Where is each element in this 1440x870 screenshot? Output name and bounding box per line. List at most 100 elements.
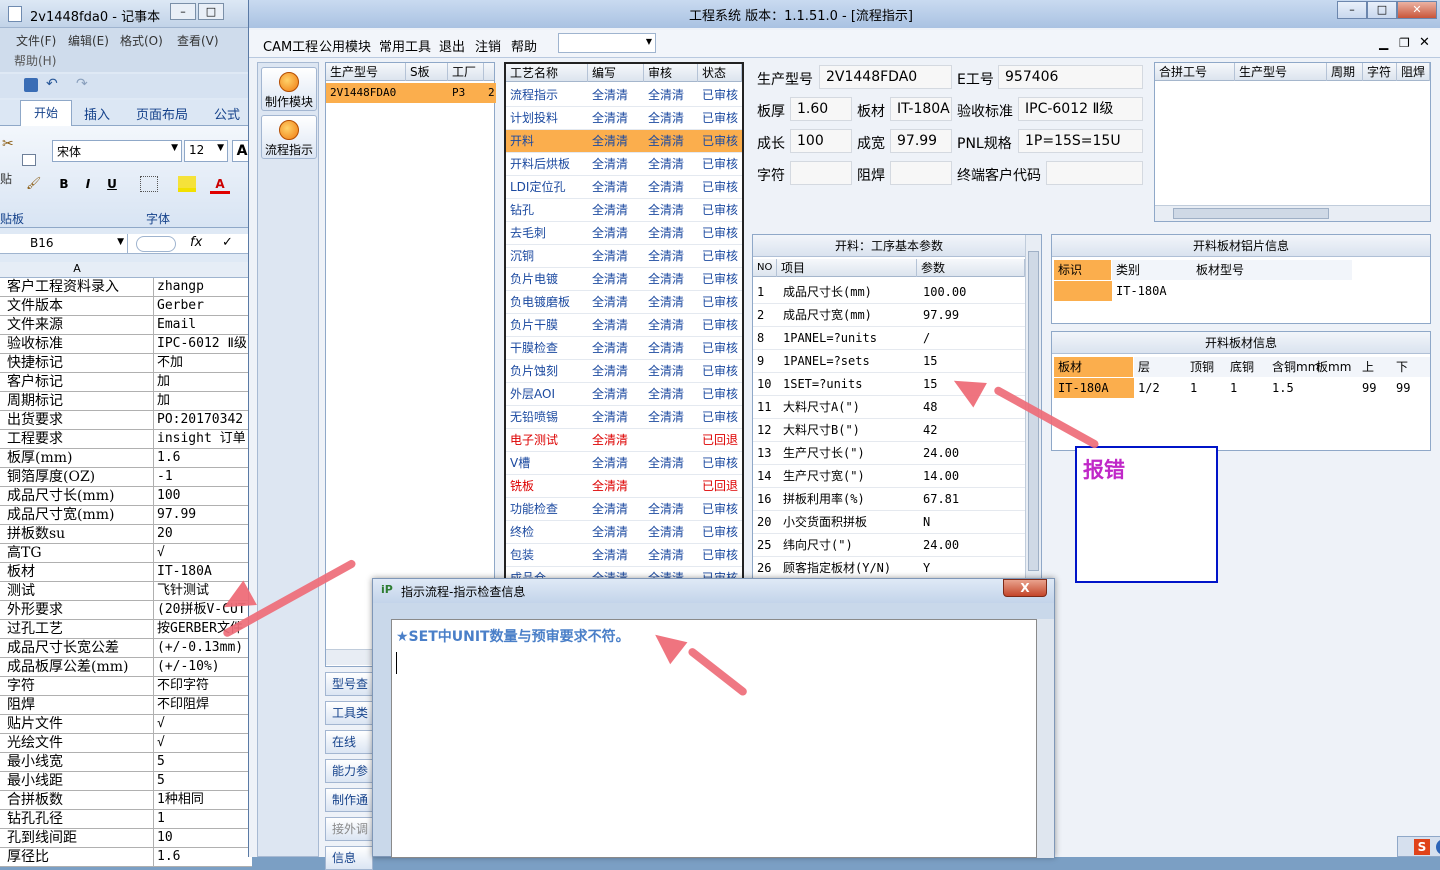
menu-format[interactable]: 格式(O) <box>120 32 163 49</box>
menu-cam[interactable]: CAM工程 <box>263 36 318 55</box>
italic-button[interactable]: I <box>78 174 98 194</box>
cell-label[interactable]: 高TG <box>0 544 154 562</box>
col-param[interactable]: 参数 <box>917 259 1025 277</box>
cell-label[interactable]: 工程要求 <box>0 430 154 448</box>
cell-label[interactable]: 阻焊 <box>0 696 154 714</box>
paste-label[interactable]: 贴 <box>0 170 12 187</box>
param-row[interactable]: 8 1PANEL=?units / <box>753 327 1025 350</box>
col-cut-board[interactable]: 板mm <box>1316 357 1351 377</box>
process-row[interactable]: 功能检查 全清清 全清清 已审核 <box>506 498 742 521</box>
thickness-field[interactable]: 1.60 <box>790 97 852 121</box>
table-row[interactable]: 成品板厚公差(mm) (+/-10%) <box>0 658 252 677</box>
table-row[interactable]: 工程要求 insight 订单 <box>0 430 252 449</box>
cell-label[interactable]: 客户标记 <box>0 373 154 391</box>
process-row[interactable]: 去毛刺 全清清 全清清 已审核 <box>506 222 742 245</box>
col-factory[interactable]: 工厂 <box>448 63 484 81</box>
border-icon[interactable] <box>140 176 158 192</box>
col-status[interactable]: 状态 <box>698 64 742 82</box>
cell-label[interactable]: 铜箔厚度(OZ) <box>0 468 154 486</box>
table-row[interactable]: 字符 不印字符 <box>0 677 252 696</box>
width-field[interactable]: 97.99 <box>890 129 952 153</box>
process-row[interactable]: 开料 全清清 全清清 已审核 <box>506 130 742 153</box>
table-row[interactable]: 客户标记加 <box>0 373 252 392</box>
table-row[interactable]: 文件来源 Email <box>0 316 252 335</box>
param-row[interactable]: 16 拼板利用率(%) 67.81 <box>753 488 1025 511</box>
column-a[interactable]: A <box>0 262 154 275</box>
side-button[interactable]: 制作通 <box>325 788 373 812</box>
table-row[interactable]: 钻孔孔径 1 <box>0 810 252 829</box>
mask-field[interactable] <box>890 161 952 185</box>
redo-icon[interactable]: ↷ <box>76 76 88 92</box>
cell-label[interactable]: 出货要求 <box>0 411 154 429</box>
col-item[interactable]: 项目 <box>777 259 917 277</box>
cell-value[interactable]: zhangp <box>154 278 252 296</box>
table-row[interactable]: 阻焊 不印阻焊 <box>0 696 252 715</box>
help-icon[interactable]: ? <box>1436 839 1440 855</box>
col-mark[interactable]: 标识 <box>1054 260 1112 280</box>
cell-label[interactable]: 过孔工艺 <box>0 620 154 638</box>
mdi-close-icon[interactable]: ✕ <box>1419 35 1430 50</box>
dialog-close-button[interactable]: X <box>1003 579 1047 597</box>
minimize-icon[interactable]: – <box>170 3 196 20</box>
process-row[interactable]: 无铅喷锡 全清清 全清清 已审核 <box>506 406 742 429</box>
cell-value[interactable]: Gerber <box>154 297 252 315</box>
minimize-icon[interactable]: – <box>1337 1 1367 19</box>
customer-code-field[interactable] <box>1046 161 1143 185</box>
cut-board-row[interactable]: 1/2 1 1 1.5 99 99 <box>1134 378 1430 398</box>
table-row[interactable]: 验收标准 IPC-6012 Ⅱ级 <box>0 335 252 354</box>
char-field[interactable] <box>790 161 852 185</box>
cell-label[interactable]: 成品尺寸长宽公差 <box>0 639 154 657</box>
param-row[interactable]: 14 生产尺寸宽(") 14.00 <box>753 465 1025 488</box>
cell-value[interactable]: √ <box>154 734 252 752</box>
zoom-handle[interactable] <box>136 236 176 252</box>
col-board[interactable]: 板材 <box>1054 357 1134 377</box>
cell-label[interactable]: 测试 <box>0 582 154 600</box>
check-icon[interactable]: ✓ <box>222 235 233 250</box>
param-row[interactable]: 13 生产尺寸长(") 24.00 <box>753 442 1025 465</box>
col-board-model[interactable]: 板材型号 <box>1192 260 1352 280</box>
process-row[interactable]: 终检 全清清 全清清 已审核 <box>506 521 742 544</box>
cell-label[interactable]: 合拼板数 <box>0 791 154 809</box>
process-row[interactable]: LDI定位孔 全清清 全清清 已审核 <box>506 176 742 199</box>
col-cut-board[interactable]: 含铜mm <box>1272 357 1319 377</box>
side-button[interactable]: 接外调 <box>325 817 373 841</box>
font-name-select[interactable]: 宋体 ▼ <box>52 140 182 162</box>
cell-value[interactable]: 5 <box>154 753 252 771</box>
material-field[interactable]: IT-180A <box>890 97 952 121</box>
col-sboard[interactable]: S板 <box>406 63 448 81</box>
table-row[interactable]: 最小线宽 5 <box>0 753 252 772</box>
undo-icon[interactable]: ↶ <box>46 76 58 92</box>
table-row[interactable]: 快捷标记 不加 <box>0 354 252 373</box>
col-merge-no[interactable]: 合拼工号 <box>1155 63 1235 81</box>
param-row[interactable]: 20 小交货面积拼板 N <box>753 511 1025 534</box>
process-row[interactable]: 负片干膜 全清清 全清清 已审核 <box>506 314 742 337</box>
table-row[interactable]: 文件版本 Gerber <box>0 297 252 316</box>
param-row[interactable]: 1 成品尺寸长(mm) 100.00 <box>753 281 1025 304</box>
cell-label[interactable]: 钻孔孔径 <box>0 810 154 828</box>
cell-label[interactable]: 周期标记 <box>0 392 154 410</box>
col-cut-board[interactable]: 层 <box>1138 357 1150 377</box>
process-row[interactable]: 沉铜 全清清 全清清 已审核 <box>506 245 742 268</box>
cell-label[interactable]: 成品尺寸宽(mm) <box>0 506 154 524</box>
table-row[interactable]: 成品尺寸宽(mm) 97.99 <box>0 506 252 525</box>
dialog-message-area[interactable]: ★SET中UNIT数量与预审要求不符。 <box>391 619 1037 858</box>
fx-icon[interactable]: fx <box>190 235 202 250</box>
param-row[interactable]: 2 成品尺寸宽(mm) 97.99 <box>753 304 1025 327</box>
process-row[interactable]: 负片电镀 全清清 全清清 已审核 <box>506 268 742 291</box>
process-row[interactable]: 负片蚀刻 全清清 全清清 已审核 <box>506 360 742 383</box>
cell-label[interactable]: 板厚(mm) <box>0 449 154 467</box>
cell-label[interactable]: 孔到线间距 <box>0 829 154 847</box>
table-row[interactable]: 最小线距 5 <box>0 772 252 791</box>
cell-label[interactable]: 文件版本 <box>0 297 154 315</box>
cell-value[interactable]: 100 <box>154 487 252 505</box>
cell-label[interactable]: 光绘文件 <box>0 734 154 752</box>
cell-label[interactable]: 外形要求 <box>0 601 154 619</box>
table-row[interactable]: 拼板数su 20 <box>0 525 252 544</box>
menu-tools[interactable]: 常用工具 <box>379 36 431 55</box>
standard-field[interactable]: IPC-6012 Ⅱ级 <box>1018 97 1143 121</box>
format-painter-icon[interactable]: 🖌 <box>26 176 41 190</box>
cell-value[interactable]: insight 订单 <box>154 430 252 448</box>
scroll-thumb[interactable] <box>1173 208 1329 219</box>
menu-help[interactable]: 帮助 <box>511 36 537 55</box>
table-row[interactable]: 光绘文件 √ <box>0 734 252 753</box>
